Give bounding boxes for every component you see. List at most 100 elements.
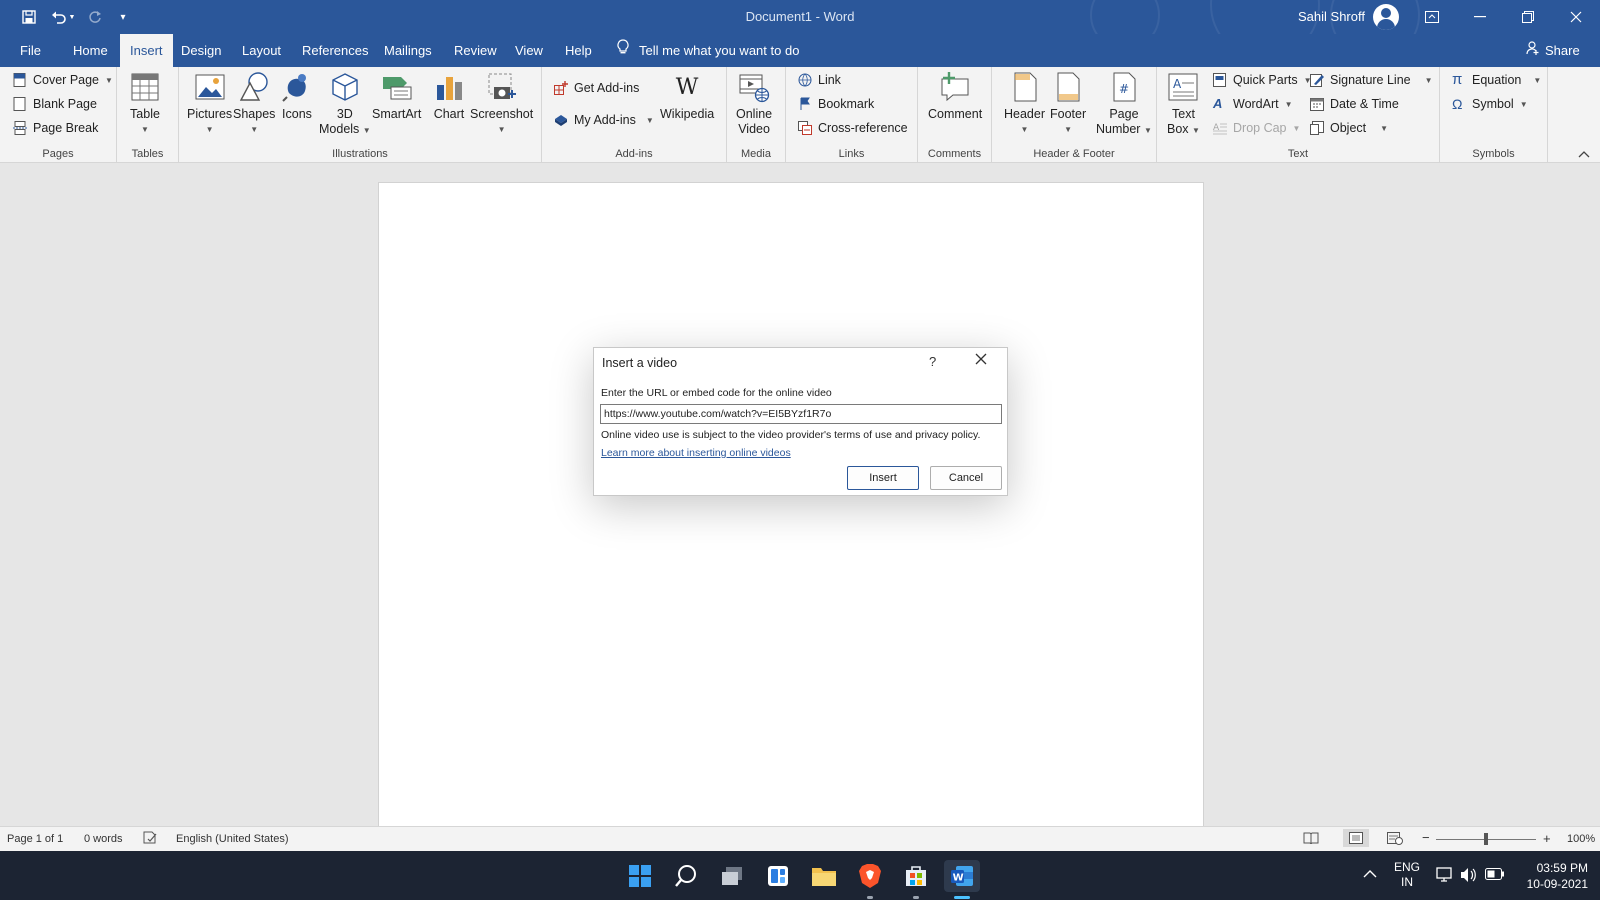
print-layout-icon[interactable]: [1343, 829, 1369, 847]
language-indicator[interactable]: English (United States): [176, 833, 289, 845]
tab-file[interactable]: File: [10, 34, 51, 67]
page-count[interactable]: Page 1 of 1: [7, 833, 63, 845]
chart-button[interactable]: Chart: [433, 71, 465, 122]
text-box-icon: A: [1167, 71, 1199, 103]
pi-icon: π: [1452, 71, 1463, 88]
tab-insert[interactable]: Insert: [120, 34, 173, 67]
collapse-ribbon-icon[interactable]: [1578, 149, 1590, 161]
object-button[interactable]: Object ▼: [1310, 121, 1388, 135]
read-mode-icon[interactable]: [1303, 832, 1319, 847]
share-label: Share: [1545, 43, 1580, 58]
group-label-illustrations: Illustrations: [332, 148, 388, 160]
bookmark-icon: [798, 97, 812, 111]
user-name[interactable]: Sahil Shroff: [1298, 9, 1365, 24]
cross-reference-button[interactable]: Cross-reference: [798, 121, 908, 135]
online-video-button[interactable]: Online Video: [736, 71, 772, 137]
close-icon[interactable]: [1553, 0, 1599, 34]
wikipedia-button[interactable]: W Wikipedia: [660, 71, 714, 122]
input-language-indicator[interactable]: ENG IN: [1394, 860, 1420, 890]
widgets-icon[interactable]: [762, 860, 794, 892]
tab-home[interactable]: Home: [63, 34, 118, 67]
quick-parts-button[interactable]: Quick Parts ▼: [1213, 73, 1312, 87]
wordart-button[interactable]: A WordArt ▼: [1213, 97, 1293, 112]
video-url-input[interactable]: [600, 404, 1002, 424]
tab-layout[interactable]: Layout: [232, 34, 291, 67]
signature-line-button[interactable]: Signature Line ▼: [1310, 73, 1433, 87]
tell-me-label: Tell me what you want to do: [639, 43, 800, 58]
tab-design[interactable]: Design: [171, 34, 231, 67]
my-addins-icon: [554, 113, 568, 127]
icons-icon: [281, 71, 313, 103]
learn-more-link[interactable]: Learn more about inserting online videos: [601, 447, 791, 459]
date-time-button[interactable]: Date & Time: [1310, 97, 1399, 111]
tab-review[interactable]: Review: [444, 34, 507, 67]
equation-button[interactable]: π Equation ▼: [1452, 71, 1541, 88]
tab-view[interactable]: View: [505, 34, 553, 67]
word-app-icon[interactable]: W: [944, 860, 980, 899]
pictures-button[interactable]: Pictures ▼: [187, 71, 232, 137]
tell-me-search[interactable]: Tell me what you want to do: [617, 34, 799, 67]
windows-taskbar: W ENG IN 03:59 PM 10-09-2021: [0, 851, 1600, 900]
close-icon[interactable]: [975, 352, 987, 370]
zoom-slider-handle[interactable]: [1484, 833, 1488, 845]
bookmark-button[interactable]: Bookmark: [798, 97, 874, 111]
drop-cap-button[interactable]: A Drop Cap ▼: [1213, 121, 1300, 135]
tab-mailings[interactable]: Mailings: [374, 34, 442, 67]
group-label-text: Text: [1287, 148, 1309, 160]
header-button[interactable]: Header ▼: [1004, 71, 1045, 137]
brave-browser-icon[interactable]: [854, 860, 886, 899]
avatar[interactable]: [1373, 4, 1399, 30]
blank-page-button[interactable]: Blank Page: [13, 97, 97, 111]
proofing-icon[interactable]: [143, 831, 158, 847]
clock[interactable]: 03:59 PM 10-09-2021: [1518, 860, 1588, 892]
screenshot-button[interactable]: Screenshot ▼: [470, 71, 533, 137]
group-text: A Text Box ▼ Quick Parts ▼ A WordArt ▼ A D…: [1157, 67, 1440, 163]
help-icon[interactable]: ?: [929, 354, 936, 369]
zoom-level[interactable]: 100%: [1567, 833, 1595, 845]
insert-button[interactable]: Insert: [847, 466, 919, 490]
web-layout-icon[interactable]: [1387, 832, 1403, 848]
share-icon: [1526, 34, 1540, 67]
zoom-in-button[interactable]: +: [1543, 831, 1551, 846]
chevron-up-icon[interactable]: [1363, 867, 1377, 881]
cover-page-button[interactable]: Cover Page ▼: [13, 73, 113, 87]
smartart-button[interactable]: SmartArt: [372, 71, 421, 122]
tab-help[interactable]: Help: [555, 34, 602, 67]
my-addins-button[interactable]: My Add-ins ▼: [554, 113, 654, 127]
page-break-button[interactable]: Page Break: [13, 121, 98, 135]
share-button[interactable]: Share: [1526, 34, 1580, 67]
table-button[interactable]: Table ▼: [129, 71, 161, 137]
windows-start-icon[interactable]: [624, 860, 656, 892]
drop-cap-icon: A: [1213, 121, 1227, 135]
cancel-button[interactable]: Cancel: [930, 466, 1002, 490]
minimize-icon[interactable]: [1457, 0, 1503, 34]
pictures-icon: [194, 71, 226, 103]
comment-button[interactable]: Comment: [928, 71, 982, 122]
microsoft-store-icon[interactable]: [900, 860, 932, 899]
group-label-tables: Tables: [131, 148, 164, 160]
battery-icon[interactable]: [1485, 868, 1505, 883]
icons-button[interactable]: Icons: [281, 71, 313, 122]
shapes-button[interactable]: Shapes ▼: [233, 71, 275, 137]
tab-references[interactable]: References: [292, 34, 378, 67]
3d-models-button[interactable]: 3D Models ▼: [319, 71, 371, 138]
ribbon-display-options-icon[interactable]: [1409, 0, 1455, 34]
file-explorer-icon[interactable]: [808, 860, 840, 892]
group-label-addins: Add-ins: [615, 148, 653, 160]
symbol-button[interactable]: Ω Symbol ▼: [1452, 97, 1528, 111]
link-button[interactable]: Link: [798, 73, 841, 87]
search-icon[interactable]: [670, 860, 702, 892]
get-addins-button[interactable]: Get Add-ins: [554, 81, 639, 95]
word-count[interactable]: 0 words: [84, 833, 123, 845]
page-number-button[interactable]: # Page Number ▼: [1096, 71, 1152, 138]
task-view-icon[interactable]: [716, 860, 748, 892]
svg-text:A: A: [1173, 77, 1182, 91]
volume-icon[interactable]: [1460, 867, 1478, 886]
zoom-out-button[interactable]: −: [1422, 830, 1430, 845]
footer-button[interactable]: Footer ▼: [1050, 71, 1086, 137]
status-bar: Page 1 of 1 0 words English (United Stat…: [0, 826, 1600, 851]
network-icon[interactable]: [1436, 867, 1454, 886]
document-page[interactable]: [378, 182, 1204, 832]
text-box-button[interactable]: A Text Box ▼: [1167, 71, 1200, 138]
restore-icon[interactable]: [1505, 0, 1551, 34]
